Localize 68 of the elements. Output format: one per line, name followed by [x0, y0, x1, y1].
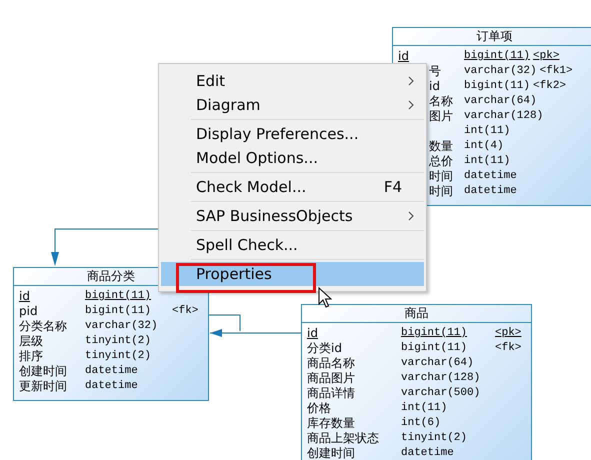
column-type: varchar(32)	[464, 64, 538, 79]
menu-item[interactable]: Edit	[161, 69, 424, 93]
column-name: id	[398, 49, 410, 64]
key-label: <pk>	[495, 326, 522, 341]
column-type: int(11)	[464, 124, 512, 139]
column-name: 分类id	[307, 341, 343, 356]
column-name: 价格	[307, 401, 332, 416]
column-name: 更新时间	[19, 379, 68, 394]
column-type: int(11)	[464, 154, 512, 169]
column-type: tinyint(2)	[85, 349, 152, 364]
column-name: 总价	[429, 154, 454, 169]
column-name: 库存数量	[307, 416, 356, 431]
menu-item[interactable]: Spell Check...	[161, 233, 424, 257]
column-name: 时间	[429, 184, 454, 199]
menu-item[interactable]: Check Model... F4	[161, 175, 424, 199]
column-name: id	[429, 79, 441, 94]
column-type: bigint(11)	[401, 326, 468, 341]
menu-item[interactable]: Diagram	[161, 93, 424, 117]
menu-item[interactable]: Properties	[161, 262, 424, 286]
column-name: 商品上架状态	[307, 431, 380, 446]
column-type: datetime	[85, 379, 139, 394]
column-name: 号	[429, 64, 442, 79]
column-type: tinyint(2)	[401, 431, 468, 446]
column-name: id	[307, 326, 319, 341]
mouse-cursor-icon	[318, 287, 332, 309]
column-name: 时间	[429, 169, 454, 184]
key-label: <fk2>	[533, 79, 566, 94]
menu-item[interactable]: SAP BusinessObjects	[161, 204, 424, 228]
column-type: bigint(11)	[85, 304, 152, 319]
column-name: pid	[19, 304, 39, 319]
column-type: varchar(128)	[464, 109, 544, 124]
column-type: varchar(500)	[401, 386, 482, 401]
column-type: datetime	[464, 184, 518, 199]
key-label: <fk1>	[540, 64, 573, 79]
column-type: varchar(64)	[401, 356, 475, 371]
column-type: int(6)	[401, 416, 442, 431]
column-type: varchar(32)	[85, 319, 159, 334]
column-type: tinyint(2)	[85, 334, 152, 349]
column-name: 图片	[429, 109, 454, 124]
column-name: 分类名称	[19, 319, 68, 334]
column-name: 商品图片	[307, 371, 356, 386]
column-type: bigint(11)	[401, 341, 468, 356]
entity-title: 订单项	[393, 28, 591, 46]
column-type: bigint(11)	[464, 49, 532, 64]
key-label: <fk>	[172, 304, 198, 319]
column-type: varchar(128)	[401, 371, 482, 386]
column-type: datetime	[401, 446, 455, 460]
column-type: int(11)	[401, 401, 448, 416]
column-name: 排序	[19, 349, 44, 364]
entity-title: 商品	[302, 305, 531, 323]
key-label: <pk>	[533, 49, 560, 64]
column-name: 商品详情	[307, 386, 356, 401]
column-type: bigint(11)	[85, 289, 152, 304]
column-name: 名称	[429, 94, 454, 109]
menu-item[interactable]: Display Preferences...	[161, 122, 424, 146]
menu-item[interactable]: Model Options...	[161, 146, 424, 170]
column-name: id	[19, 289, 31, 304]
column-type: int(4)	[464, 139, 505, 154]
column-name: 创建时间	[307, 446, 356, 460]
column-type: varchar(64)	[464, 94, 538, 109]
column-name: 层级	[19, 334, 44, 349]
column-type: datetime	[85, 364, 139, 379]
column-type: bigint(11)	[464, 79, 532, 94]
column-name: 创建时间	[19, 364, 68, 379]
key-label: <fk>	[495, 341, 522, 356]
column-name: 数量	[429, 139, 454, 154]
column-type: datetime	[464, 169, 518, 184]
column-name: 商品名称	[307, 356, 356, 371]
